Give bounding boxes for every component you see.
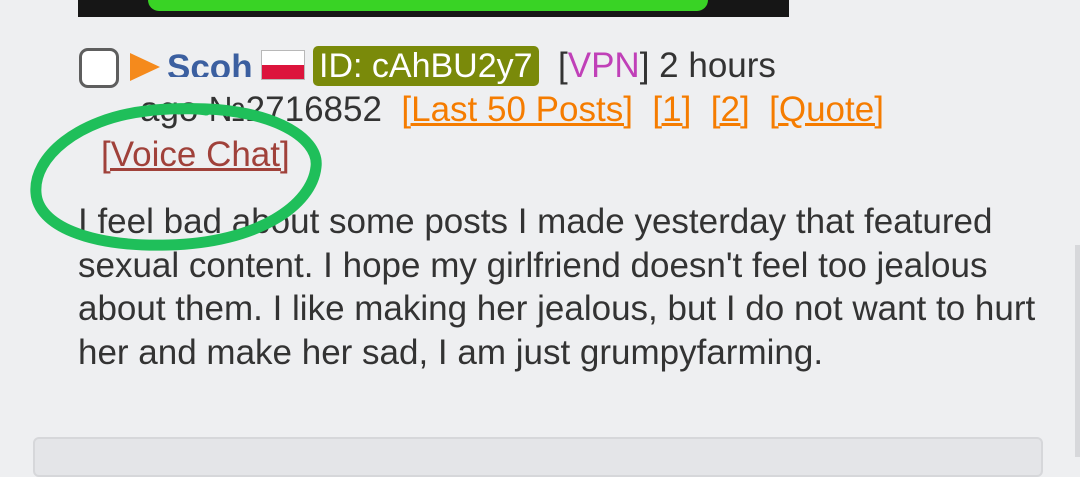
scrollbar[interactable] [1075, 245, 1080, 457]
post-number[interactable]: №2716852 [208, 90, 382, 129]
last-50-posts-link[interactable]: [Last 50 Posts] [401, 90, 633, 129]
post: Scoh ID: cAhBU2y7 [VPN] 2 hours ago №271… [0, 0, 1080, 457]
vpn-bracket-open: [ [558, 46, 568, 85]
post-meta-line-1: [VPN] 2 hours [558, 44, 776, 88]
poland-flag-icon [261, 50, 305, 80]
post-message: I feel bad about some posts I made yeste… [78, 202, 1036, 372]
vpn-tag: VPN [567, 46, 640, 85]
post-meta-line-2: ago №2716852 [Last 50 Posts] [1] [2] [Qu… [140, 88, 884, 132]
post-meta-line-3: [Voice Chat] [101, 133, 290, 177]
page-1-link[interactable]: [1] [652, 90, 691, 129]
vpn-bracket-close: ] [639, 46, 650, 85]
triangle-right-icon[interactable] [130, 53, 160, 81]
timestamp-part-2: ago [140, 90, 199, 129]
author-name[interactable]: Scoh [167, 47, 253, 77]
poster-id-badge[interactable]: ID: cAhBU2y7 [313, 46, 539, 86]
timestamp-part-1: 2 hours [649, 46, 776, 85]
voice-chat-link[interactable]: [Voice Chat] [101, 135, 290, 174]
post-select-checkbox[interactable] [79, 48, 119, 88]
quote-link[interactable]: [Quote] [769, 90, 884, 129]
page-2-link[interactable]: [2] [711, 90, 750, 129]
next-post-preview [33, 437, 1043, 477]
